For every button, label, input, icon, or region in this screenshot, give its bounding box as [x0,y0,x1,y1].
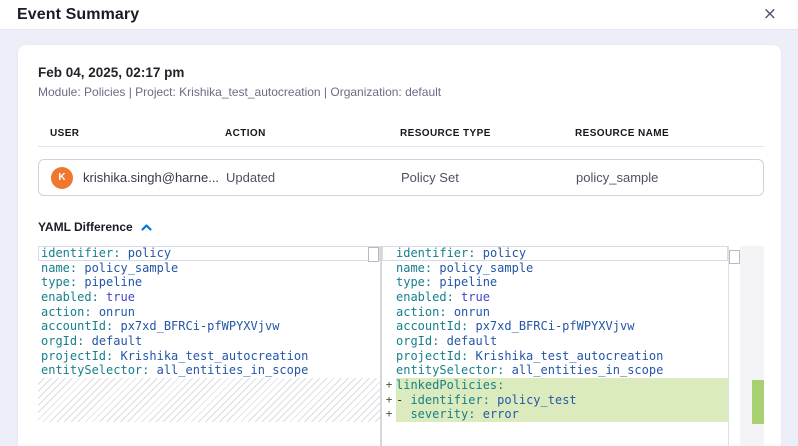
diff-added-marker [382,349,396,364]
yaml-line: enabled: true [38,290,380,305]
diff-overview-ruler[interactable] [740,246,764,446]
column-resource-name: RESOURCE NAME [575,128,752,139]
diff-added-marker: + [382,393,396,408]
column-resource-type: RESOURCE TYPE [400,128,575,139]
avatar: K [51,167,73,189]
yaml-line: enabled: true [382,290,728,305]
yaml-line: action: onrun [382,305,728,320]
event-timestamp: Feb 04, 2025, 02:17 pm [38,65,764,80]
diff-original-pane[interactable]: identifier: policyname: policy_sampletyp… [38,246,380,446]
yaml-line-added: +linkedPolicies: [382,378,728,393]
diff-added-marker [382,246,396,261]
diff-modified-pane[interactable]: identifier: policyname: policy_sampletyp… [382,246,728,446]
yaml-line: identifier: policy [38,246,380,261]
yaml-line: projectId: Krishika_test_autocreation [382,349,728,364]
diff-empty-placeholder [38,378,380,422]
yaml-line: action: onrun [38,305,380,320]
close-icon[interactable]: × [759,4,781,25]
scrollbar-slider[interactable] [368,247,379,262]
modified-scrollbar[interactable] [728,246,740,446]
diff-added-marker: + [382,407,396,422]
yaml-line: identifier: policy [382,246,728,261]
yaml-diff-viewer: identifier: policyname: policy_sampletyp… [38,246,764,446]
yaml-difference-header: YAML Difference [38,220,764,234]
yaml-line: type: pipeline [382,275,728,290]
diff-added-marker [382,363,396,378]
yaml-line-added: + severity: error [382,407,728,422]
chevron-up-icon[interactable] [140,222,153,233]
diff-added-marker [382,261,396,276]
table-row: K krishika.singh@harne... Updated Policy… [38,159,764,196]
yaml-line: accountId: px7xd_BFRCi-pfWPYXVjvw [38,319,380,334]
diff-added-marker [382,319,396,334]
scrollbar-slider[interactable] [729,250,740,264]
yaml-line: type: pipeline [38,275,380,290]
yaml-line: name: policy_sample [38,261,380,276]
diff-added-marker: + [382,378,396,393]
diff-added-marker [382,305,396,320]
user-cell: K krishika.singh@harne... [51,167,226,189]
user-email: krishika.singh@harne... [83,170,219,185]
yaml-line: name: policy_sample [382,261,728,276]
column-action: ACTION [225,128,400,139]
event-table-header: USER ACTION RESOURCE TYPE RESOURCE NAME [38,128,764,147]
event-summary-card: Feb 04, 2025, 02:17 pm Module: Policies … [18,45,781,446]
added-lines-marker [752,380,764,424]
yaml-line: accountId: px7xd_BFRCi-pfWPYXVjvw [382,319,728,334]
diff-added-marker [382,290,396,305]
action-cell: Updated [226,170,401,185]
yaml-line: projectId: Krishika_test_autocreation [38,349,380,364]
modal-header: Event Summary × [0,0,798,30]
yaml-line: orgId: default [38,334,380,349]
yaml-line: orgId: default [382,334,728,349]
diff-added-marker [382,334,396,349]
resource-type-cell: Policy Set [401,170,576,185]
yaml-line: entitySelector: all_entities_in_scope [38,363,380,378]
resource-name-cell: policy_sample [576,170,751,185]
diff-added-marker [382,275,396,290]
yaml-line-added: +- identifier: policy_test [382,393,728,408]
yaml-line: entitySelector: all_entities_in_scope [382,363,728,378]
page-title: Event Summary [17,6,139,24]
event-meta: Module: Policies | Project: Krishika_tes… [38,85,764,99]
yaml-difference-label: YAML Difference [38,220,133,234]
column-user: USER [50,128,225,139]
